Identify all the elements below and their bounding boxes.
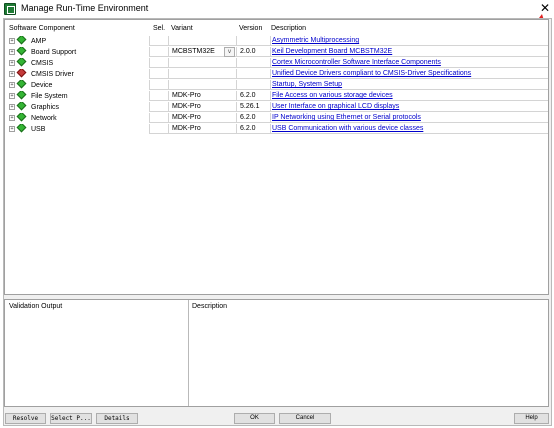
description-link[interactable]: Startup, System Setup [272, 81, 342, 88]
green-diamond-icon [16, 36, 27, 45]
green-diamond-icon [16, 91, 27, 100]
description-link[interactable]: IP Networking using Ethernet or Serial p… [272, 114, 421, 121]
expand-icon[interactable]: + [9, 60, 15, 66]
component-name: File System [31, 93, 68, 100]
table-row[interactable]: + Network MDK-Pro 6.2.0 IP Networking usi… [5, 113, 548, 123]
table-row[interactable]: + File System MDK-Pro 6.2.0 File Access o… [5, 91, 548, 101]
component-name: Network [31, 115, 57, 122]
component-name: CMSIS [31, 60, 54, 67]
version-cell [236, 80, 270, 90]
variant-cell: MDK-Pro [168, 91, 236, 101]
select-packs-button[interactable]: Select P... [50, 413, 92, 424]
ok-button[interactable]: OK [234, 413, 275, 424]
table-row[interactable]: + CMSIS Driver Unified Device Drivers com… [5, 69, 548, 79]
version-cell [236, 69, 270, 79]
header-description[interactable]: Description [270, 24, 548, 34]
component-name: Graphics [31, 104, 60, 111]
sel-cell[interactable] [149, 58, 169, 68]
panel-divider[interactable] [188, 300, 189, 406]
component-name: CMSIS Driver [31, 71, 74, 78]
sel-cell[interactable] [149, 102, 169, 112]
green-diamond-icon [16, 113, 27, 122]
variant-cell [168, 80, 236, 90]
expand-icon[interactable]: + [9, 115, 15, 121]
table-row[interactable]: + Board Support MCBSTM32E v 2.0.0 Keil De… [5, 47, 548, 57]
version-cell [236, 36, 270, 46]
title-bar: Manage Run-Time Environment ✕ [0, 0, 554, 18]
table-row[interactable]: + CMSIS Cortex Microcontroller Software I… [5, 58, 548, 68]
expand-icon[interactable]: + [9, 71, 15, 77]
table-header: Software Component Sel. Variant Version … [5, 24, 548, 34]
sel-cell[interactable] [149, 91, 169, 101]
description-link[interactable]: Asymmetric Multiprocessing [272, 37, 359, 44]
component-name: Board Support [31, 49, 77, 56]
help-button[interactable]: Help [514, 413, 549, 424]
app-icon [4, 3, 16, 15]
variant-cell: MDK-Pro [168, 102, 236, 112]
sel-cell[interactable] [149, 80, 169, 90]
header-version[interactable]: Version [236, 24, 270, 34]
table-row[interactable]: + Device Startup, System Setup [5, 80, 548, 90]
description-link[interactable]: User Interface on graphical LCD displays [272, 103, 399, 110]
sel-cell[interactable] [149, 113, 169, 123]
expand-icon[interactable]: + [9, 82, 15, 88]
sel-cell[interactable] [149, 47, 169, 57]
version-cell: 6.2.0 [236, 124, 270, 134]
description-link[interactable]: Keil Development Board MCBSTM32E [272, 48, 392, 55]
table-row[interactable]: + Graphics MDK-Pro 5.26.1 User Interface … [5, 102, 548, 112]
cancel-button[interactable]: Cancel [279, 413, 331, 424]
expand-icon[interactable]: + [9, 38, 15, 44]
variant-cell [168, 36, 236, 46]
header-variant[interactable]: Variant [168, 24, 236, 34]
table-row[interactable]: + AMP Asymmetric Multiprocessing [5, 36, 548, 46]
green-diamond-icon [16, 47, 27, 56]
validation-panel: Validation Output Description [4, 299, 549, 407]
green-diamond-icon [16, 80, 27, 89]
validation-description-label: Description [192, 303, 228, 310]
version-cell: 2.0.0 [236, 47, 270, 57]
component-name: USB [31, 126, 46, 133]
version-cell: 6.2.0 [236, 113, 270, 123]
details-button[interactable]: Details [96, 413, 138, 424]
description-link[interactable]: Cortex Microcontroller Software Interfac… [272, 59, 441, 66]
green-diamond-icon [16, 58, 27, 67]
sel-cell[interactable] [149, 124, 169, 134]
chevron-down-icon[interactable]: v [224, 47, 235, 57]
component-table: Software Component Sel. Variant Version … [4, 19, 549, 295]
close-icon[interactable]: ✕ [538, 1, 552, 15]
variant-cell [168, 58, 236, 68]
description-link[interactable]: USB Communication with various device cl… [272, 125, 423, 132]
version-cell: 5.26.1 [236, 102, 270, 112]
expand-icon[interactable]: + [9, 104, 15, 110]
variant-cell: MDK-Pro [168, 124, 236, 134]
header-component[interactable]: Software Component [9, 24, 149, 34]
table-row[interactable]: + USB MDK-Pro 6.2.0 USB Communication wit… [5, 124, 548, 134]
description-link[interactable]: Unified Device Drivers compliant to CMSI… [272, 70, 471, 77]
sel-cell[interactable] [149, 69, 169, 79]
green-diamond-icon [16, 124, 27, 133]
sel-cell[interactable] [149, 36, 169, 46]
green-diamond-icon [16, 102, 27, 111]
expand-icon[interactable]: + [9, 93, 15, 99]
expand-icon[interactable]: + [9, 49, 15, 55]
version-cell [236, 58, 270, 68]
red-diamond-icon [16, 69, 27, 78]
header-sel[interactable]: Sel. [149, 24, 169, 34]
resolve-button[interactable]: Resolve [5, 413, 46, 424]
variant-cell: MDK-Pro [168, 113, 236, 123]
component-name: Device [31, 82, 53, 89]
variant-cell [168, 69, 236, 79]
version-cell: 6.2.0 [236, 91, 270, 101]
validation-output-label: Validation Output [9, 303, 63, 310]
expand-icon[interactable]: + [9, 126, 15, 132]
window-title: Manage Run-Time Environment [21, 3, 149, 13]
description-link[interactable]: File Access on various storage devices [272, 92, 393, 99]
component-name: AMP [31, 38, 47, 45]
